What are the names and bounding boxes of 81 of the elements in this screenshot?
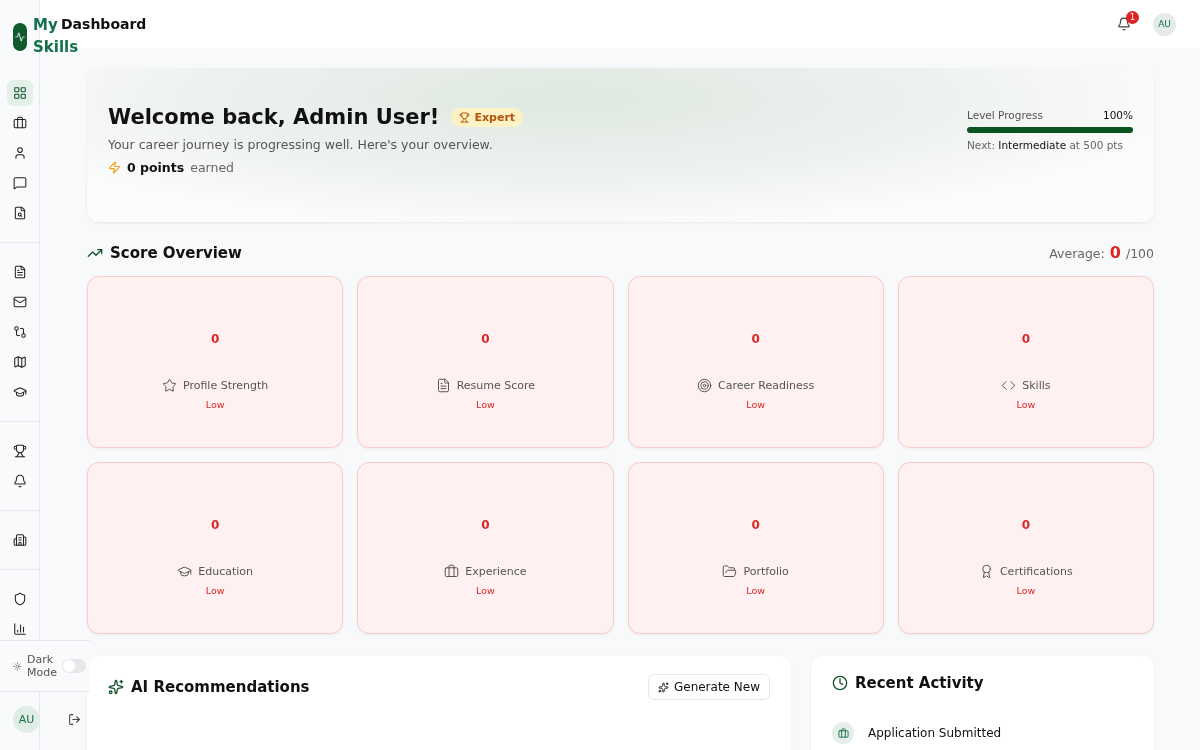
score-value: 0 — [481, 518, 490, 532]
score-label: Skills — [1022, 379, 1051, 392]
score-rating: Low — [205, 585, 225, 596]
user-icon — [12, 146, 27, 160]
sparkles-icon — [108, 679, 124, 695]
score-value: 0 — [210, 332, 220, 346]
activity-title: Application Submitted — [868, 726, 1002, 740]
progress-label: Level Progress — [967, 109, 1043, 121]
dashboard-icon — [12, 86, 27, 100]
document-icon — [12, 265, 27, 279]
level-badge: Expert — [451, 107, 524, 127]
score-value: 0 — [210, 518, 220, 532]
logo-icon — [13, 23, 27, 51]
score-value: 0 — [1021, 332, 1031, 346]
next-level-text: Next: Intermediate at 500 pts — [967, 139, 1124, 151]
page-title: Dashboard — [61, 16, 148, 32]
welcome-title: Welcome back, Admin User! — [108, 105, 440, 129]
briefcase-icon — [837, 727, 849, 739]
target-icon — [697, 378, 713, 393]
sparkles-icon — [657, 681, 669, 693]
score-rating: Low — [746, 399, 765, 410]
panel-title: AI Recommendations — [131, 678, 310, 696]
score-label: Profile Strength — [182, 379, 269, 392]
notifications-button[interactable] — [1117, 17, 1131, 31]
lightning-icon — [108, 161, 121, 174]
progress-percent: 100% — [1102, 109, 1133, 121]
logo-text: My — [33, 15, 58, 36]
folder-icon — [722, 564, 738, 579]
mail-icon — [12, 295, 27, 309]
score-label: Certifications — [999, 565, 1073, 578]
score-label: Resume Score — [456, 379, 536, 392]
sun-icon — [13, 661, 22, 671]
document-icon — [435, 378, 451, 393]
score-value: 0 — [1021, 518, 1031, 532]
bell-icon — [1117, 17, 1131, 31]
star-icon — [161, 378, 177, 393]
shield-icon — [12, 592, 27, 606]
logo-text: Skills — [33, 37, 79, 58]
building-icon — [12, 533, 27, 547]
score-rating: Low — [1016, 399, 1036, 410]
score-rating: Low — [205, 399, 225, 410]
score-label: Experience — [465, 565, 527, 578]
logout-button[interactable] — [68, 713, 81, 726]
welcome-subtitle: Your career journey is progressing well. Here's your overview. — [108, 137, 494, 152]
average-label: Average: — [1049, 246, 1105, 261]
map-icon — [12, 355, 27, 369]
briefcase-icon — [444, 564, 460, 579]
average-max: /100 — [1125, 246, 1154, 261]
score-rating: Low — [476, 585, 495, 596]
score-label: Education — [198, 565, 253, 578]
briefcase-icon — [12, 116, 27, 130]
score-rating: Low — [1016, 585, 1036, 596]
code-icon — [1001, 378, 1017, 393]
graduation-cap-icon — [12, 385, 27, 399]
section-title: Score Overview — [110, 243, 242, 262]
bell-icon — [12, 474, 27, 488]
points-value: 0 points — [127, 160, 185, 175]
dark-mode-toggle[interactable] — [62, 659, 86, 673]
score-value: 0 — [751, 332, 760, 346]
graduation-cap-icon — [177, 564, 193, 579]
compare-icon — [12, 325, 27, 339]
trophy-icon — [12, 444, 27, 458]
clock-icon — [832, 675, 848, 691]
score-label: Portfolio — [743, 565, 789, 578]
score-value: 0 — [481, 332, 490, 346]
panel-title: Recent Activity — [855, 674, 984, 692]
average-value: 0 — [1109, 243, 1121, 262]
score-rating: Low — [476, 399, 495, 410]
generate-button[interactable]: Generate New — [647, 674, 770, 700]
user-avatar[interactable]: AU — [1153, 12, 1176, 36]
score-label: Career Readiness — [718, 379, 815, 392]
score-rating: Low — [746, 585, 765, 596]
score-value: 0 — [751, 518, 760, 532]
document-search-icon — [12, 206, 27, 220]
logout-icon — [68, 713, 81, 726]
bar-chart-icon — [12, 622, 27, 636]
trophy-icon — [459, 111, 471, 123]
points-label: earned — [190, 160, 234, 175]
notification-count: 1 — [1126, 11, 1139, 24]
chat-icon — [12, 176, 27, 190]
dark-mode-label: Dark Mode — [27, 653, 57, 679]
